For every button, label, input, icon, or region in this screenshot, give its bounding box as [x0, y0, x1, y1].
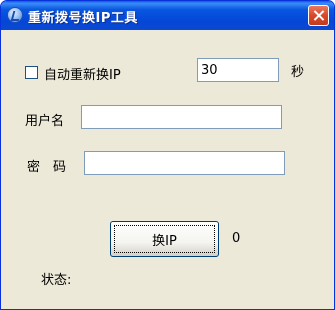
change-ip-button-label: 换IP: [152, 233, 177, 249]
interval-input[interactable]: [197, 58, 279, 82]
username-label: 用户名: [25, 114, 65, 129]
username-input[interactable]: [81, 105, 282, 129]
close-icon[interactable]: [308, 5, 329, 26]
change-ip-button[interactable]: 换IP: [110, 221, 219, 257]
title-bar[interactable]: 重新拨号换IP工具: [1, 1, 334, 30]
app-window: 重新拨号换IP工具 自动重新换IP 秒 用户名 密 码 换IP 0 状态:: [0, 0, 335, 310]
status-label: 状态:: [41, 273, 72, 288]
window-title: 重新拨号换IP工具: [28, 11, 138, 26]
app-icon: [7, 7, 23, 23]
password-input[interactable]: [84, 151, 285, 175]
auto-redial-checkbox[interactable]: [25, 66, 38, 79]
auto-redial-label[interactable]: 自动重新换IP: [44, 64, 121, 83]
password-label: 密 码: [27, 160, 67, 175]
interval-unit-label: 秒: [291, 65, 305, 80]
change-count: 0: [232, 231, 241, 246]
